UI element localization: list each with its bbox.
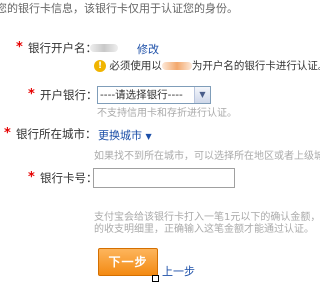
bank-select-value: ----请选择银行---- [100, 89, 183, 101]
city-label: 银行所在城市： [16, 127, 97, 141]
notice-name-redacted [161, 62, 192, 70]
account-name-label: 银行开户名： [28, 41, 97, 55]
notice-prefix: 必须使用以 [109, 60, 162, 72]
card-number-input[interactable] [93, 168, 235, 188]
bank-select[interactable]: ----请选择银行---- ▼ [97, 86, 211, 104]
change-city-label: 更换城市 [98, 129, 142, 142]
required-mark: * [4, 126, 11, 141]
bank-label: 开户银行： [40, 88, 98, 102]
bank-hint: 不支持信用卡和存折进行认证。 [97, 108, 237, 119]
resize-handle[interactable] [152, 275, 159, 282]
card-number-label: 银行卡号： [40, 171, 98, 185]
intro-text: 您的银行卡信息，该银行卡仅用于认证您的身份。 [0, 2, 238, 15]
account-name-value-redacted [90, 44, 118, 52]
previous-step-link[interactable]: 上一步 [162, 263, 195, 279]
modify-link[interactable]: 修改 [137, 41, 159, 57]
change-city-link[interactable]: 更换城市 ▼ [98, 127, 152, 143]
required-mark: * [28, 170, 35, 185]
city-hint: 如果找不到所在城市，可以选择所在地区或者上级城市 [94, 151, 320, 162]
chevron-down-icon[interactable]: ▼ [194, 87, 210, 103]
caret-down-icon: ▼ [145, 132, 152, 141]
notice-suffix: 为开户名的银行卡进行认证。 [191, 60, 320, 72]
account-name-notice: ! 必须使用以为开户名的银行卡进行认证。 [ [94, 58, 320, 73]
card-hint-line2: 的收支明细里，正确输入这笔金额才能通过认证。 [94, 224, 314, 235]
required-mark: * [28, 87, 35, 102]
warning-icon: ! [94, 60, 106, 72]
next-step-button[interactable]: 下一步 [98, 248, 158, 276]
required-mark: * [16, 40, 23, 55]
